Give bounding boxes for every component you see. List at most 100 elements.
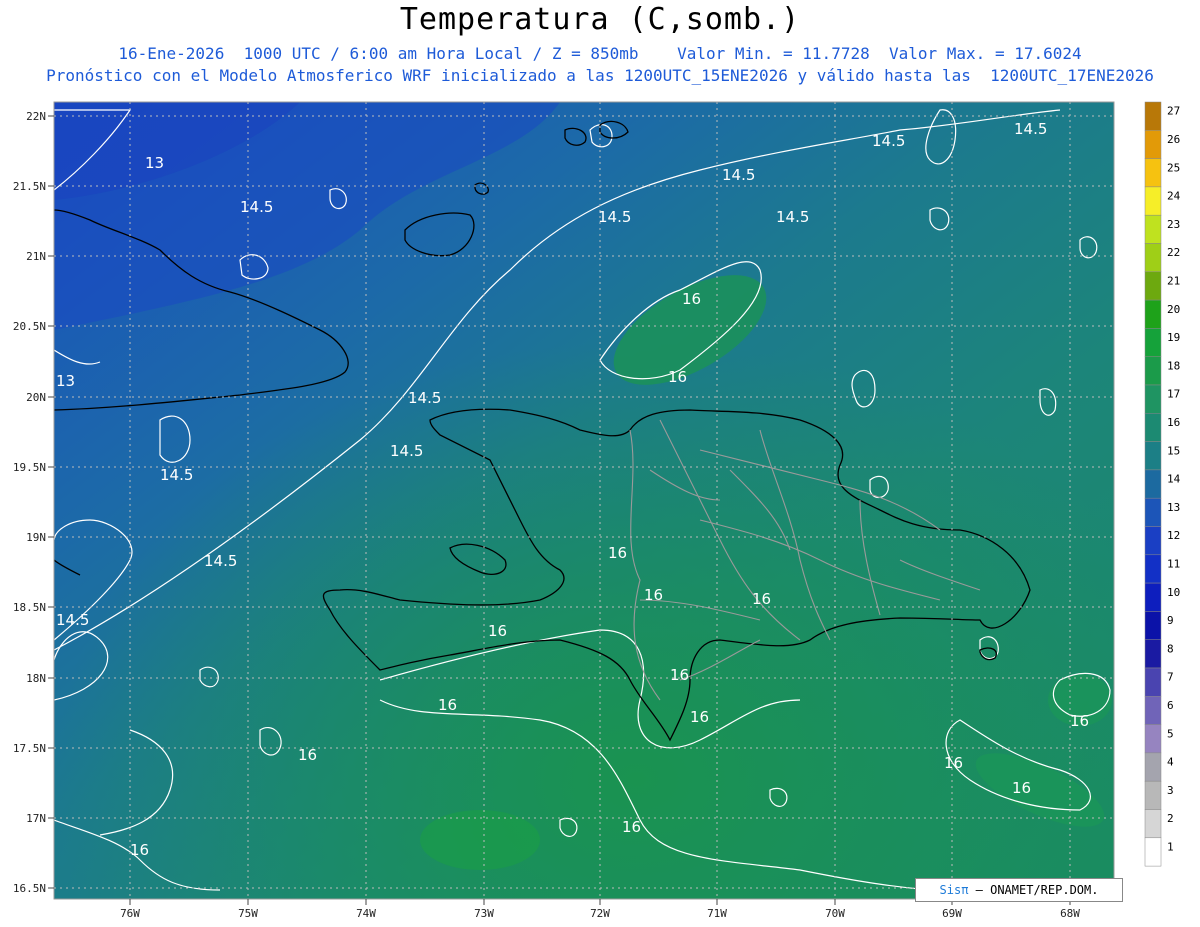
lon-label: 70W xyxy=(825,907,845,920)
colorbar-level-label: 6 xyxy=(1167,699,1174,712)
contour-label: 14.5 xyxy=(204,552,237,570)
contour-label: 14.5 xyxy=(722,166,755,184)
colorbar-swatch xyxy=(1144,724,1162,754)
colorbar-level-label: 16 xyxy=(1167,416,1180,429)
lat-label: 19.5N xyxy=(13,461,46,474)
colorbar-swatch xyxy=(1144,837,1162,867)
lon-label: 71W xyxy=(707,907,727,920)
contour-label: 13 xyxy=(56,372,75,390)
lon-label: 76W xyxy=(120,907,140,920)
lat-label: 21N xyxy=(26,250,46,263)
lon-label: 72W xyxy=(590,907,610,920)
contour-label: 16 xyxy=(644,586,663,604)
colorbar-swatch xyxy=(1144,639,1162,669)
contour-label: 16 xyxy=(944,754,963,772)
contour-label: 16 xyxy=(438,696,457,714)
contour-label: 16 xyxy=(682,290,701,308)
colorbar-swatch xyxy=(1144,611,1162,640)
brand-logo: Sisπ xyxy=(939,883,969,897)
colorbar-level-label: 9 xyxy=(1167,614,1174,627)
longitude-labels: 76W 75W 74W 73W 72W 71W 70W 69W 68W xyxy=(120,907,1080,920)
colorbar-swatch xyxy=(1144,780,1162,810)
colorbar-level-label: 10 xyxy=(1167,586,1180,599)
lat-label: 16.5N xyxy=(13,882,46,895)
lon-label: 69W xyxy=(942,907,962,920)
shaded-field xyxy=(54,102,1114,899)
lat-label: 17.5N xyxy=(13,742,46,755)
latitude-labels: 22N 21.5N 21N 20.5N 20N 19.5N 19N 18.5N … xyxy=(13,110,46,895)
colorbar-level-label: 22 xyxy=(1167,246,1180,259)
lat-label: 18.5N xyxy=(13,601,46,614)
colorbar-swatch xyxy=(1144,526,1162,556)
colorbar-level-label: 3 xyxy=(1167,784,1174,797)
colorbar-level-label: 21 xyxy=(1167,275,1180,288)
colorbar-swatch xyxy=(1144,356,1162,386)
lon-label: 68W xyxy=(1060,907,1080,920)
contour-label: 14.5 xyxy=(598,208,631,226)
colorbar-level-label: 20 xyxy=(1167,303,1180,316)
colorbar-level-label: 25 xyxy=(1167,161,1180,174)
lat-label: 18N xyxy=(26,672,46,685)
colorbar-swatch xyxy=(1144,696,1162,725)
colorbar-swatch xyxy=(1144,384,1162,414)
colorbar-level-label: 13 xyxy=(1167,501,1180,514)
contour-label: 14.5 xyxy=(56,611,89,629)
lat-label: 20.5N xyxy=(13,320,46,333)
colorbar-level-label: 2 xyxy=(1167,812,1174,825)
colorbar-swatch xyxy=(1144,328,1162,357)
colorbar-swatch xyxy=(1144,299,1162,329)
lon-label: 75W xyxy=(238,907,258,920)
colorbar-level-label: 11 xyxy=(1167,558,1180,571)
colorbar-level-label: 8 xyxy=(1167,642,1174,655)
colorbar-level-label: 15 xyxy=(1167,444,1180,457)
contour-label: 16 xyxy=(608,544,627,562)
lat-label: 21.5N xyxy=(13,180,46,193)
colorbar-level-label: 23 xyxy=(1167,218,1180,231)
colorbar-swatch xyxy=(1144,554,1162,584)
contour-label: 16 xyxy=(752,590,771,608)
contour-label: 14.5 xyxy=(408,389,441,407)
colorbar-swatch xyxy=(1144,497,1162,527)
colorbar-swatch xyxy=(1144,101,1162,131)
colorbar-level-label: 26 xyxy=(1167,133,1180,146)
colorbar-swatch xyxy=(1144,752,1162,782)
colorbar-swatch xyxy=(1144,809,1162,839)
credit-box: Sisπ – ONAMET/REP.DOM. xyxy=(915,878,1123,902)
colorbar-level-label: 27 xyxy=(1167,105,1180,118)
colorbar-swatch xyxy=(1144,413,1162,442)
colorbar-level-label: 4 xyxy=(1167,756,1174,769)
colorbar-swatch xyxy=(1144,243,1162,273)
lat-label: 20N xyxy=(26,391,46,404)
contour-label: 16 xyxy=(1070,712,1089,730)
colorbar-swatch xyxy=(1144,469,1162,499)
temperature-map: 22N 21.5N 21N 20.5N 20N 19.5N 19N 18.5N … xyxy=(13,101,1181,920)
contour-label: 16 xyxy=(1012,779,1031,797)
lat-label: 19N xyxy=(26,531,46,544)
contour-label: 16 xyxy=(622,818,641,836)
colorbar-swatch xyxy=(1144,271,1162,301)
colorbar-level-label: 5 xyxy=(1167,727,1174,740)
colorbar-swatch xyxy=(1144,130,1162,159)
contour-label: 13 xyxy=(145,154,164,172)
colorbar-legend: 2726252423222120191817161514131211109876… xyxy=(1144,101,1181,867)
contour-label: 16 xyxy=(130,841,149,859)
lat-label: 17N xyxy=(26,812,46,825)
colorbar-level-label: 12 xyxy=(1167,529,1180,542)
colorbar-swatch xyxy=(1144,186,1162,216)
colorbar-level-label: 14 xyxy=(1167,473,1181,486)
contour-label: 14.5 xyxy=(240,198,273,216)
contour-label: 14.5 xyxy=(776,208,809,226)
lon-label: 73W xyxy=(474,907,494,920)
contour-label: 16 xyxy=(690,708,709,726)
colorbar-level-label: 17 xyxy=(1167,388,1180,401)
contour-label: 16 xyxy=(488,622,507,640)
colorbar-level-label: 7 xyxy=(1167,671,1174,684)
colorbar-swatch xyxy=(1144,214,1162,244)
colorbar-swatch xyxy=(1144,582,1162,612)
colorbar-swatch xyxy=(1144,667,1162,697)
colorbar-level-label: 18 xyxy=(1167,359,1180,372)
colorbar-swatch xyxy=(1144,158,1162,188)
lon-label: 74W xyxy=(356,907,376,920)
colorbar-level-label: 24 xyxy=(1167,190,1181,203)
credit-text: – ONAMET/REP.DOM. xyxy=(975,883,1099,897)
